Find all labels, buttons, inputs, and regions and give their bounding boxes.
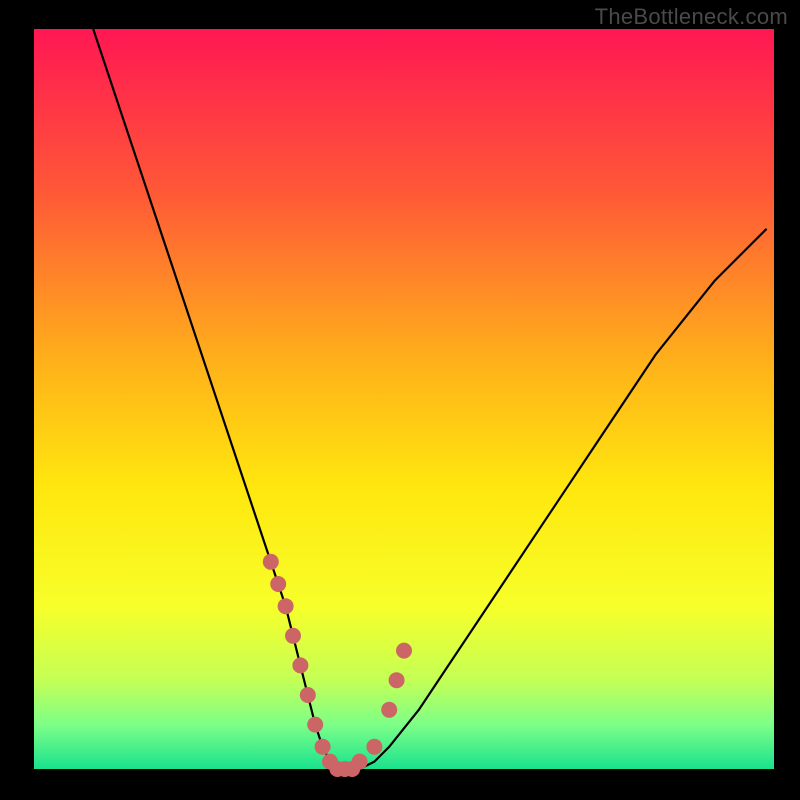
highlight-dot xyxy=(315,739,331,755)
highlight-dot xyxy=(300,687,316,703)
highlight-dot xyxy=(263,554,279,570)
watermark-label: TheBottleneck.com xyxy=(595,4,788,30)
highlight-dot xyxy=(285,628,301,644)
highlight-dot xyxy=(307,717,323,733)
highlight-dot xyxy=(389,672,405,688)
highlight-dot xyxy=(270,576,286,592)
highlight-dot xyxy=(396,643,412,659)
bottleneck-chart xyxy=(0,0,800,800)
chart-container: TheBottleneck.com xyxy=(0,0,800,800)
highlight-dot xyxy=(292,657,308,673)
highlight-dot xyxy=(366,739,382,755)
highlight-dot xyxy=(352,754,368,770)
highlight-dot xyxy=(278,598,294,614)
highlight-dot xyxy=(381,702,397,718)
